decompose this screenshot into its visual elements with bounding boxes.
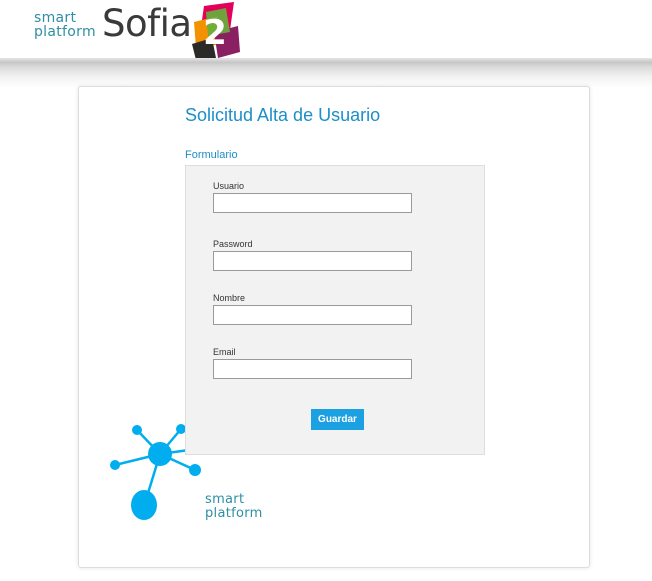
section-label: Formulario [185, 149, 238, 161]
password-input[interactable] [213, 251, 412, 271]
logo-small-line2: platform [34, 24, 96, 40]
password-label: Password [213, 239, 253, 249]
logo-number: 2 [203, 13, 227, 53]
logo-small-line1: smart [34, 10, 77, 26]
sofia2-logo-icon: 2 [192, 2, 240, 60]
usuario-input[interactable] [213, 193, 412, 213]
sofia-logo-text: Sofia [102, 2, 192, 45]
bottom-brand-line2: platform [205, 506, 263, 521]
email-input[interactable] [213, 359, 412, 379]
nombre-label: Nombre [213, 293, 246, 303]
smart-platform-brand: smart platform [205, 493, 263, 521]
email-label: Email [213, 347, 236, 357]
guardar-button[interactable]: Guardar [311, 409, 364, 430]
page-title: Solicitud Alta de Usuario [185, 105, 381, 125]
bottom-brand-line1: smart [205, 492, 245, 507]
nombre-input[interactable] [213, 305, 412, 325]
smart-platform-logo-text: smart platform [34, 11, 96, 39]
registration-form: Usuario Password Nombre Email Guardar [185, 165, 485, 455]
usuario-label: Usuario [213, 181, 245, 191]
main-card: Solicitud Alta de Usuario Formulario sma… [78, 86, 590, 568]
header-shadow-divider [0, 58, 652, 88]
header: smart platform Sofia 2 [0, 0, 652, 64]
